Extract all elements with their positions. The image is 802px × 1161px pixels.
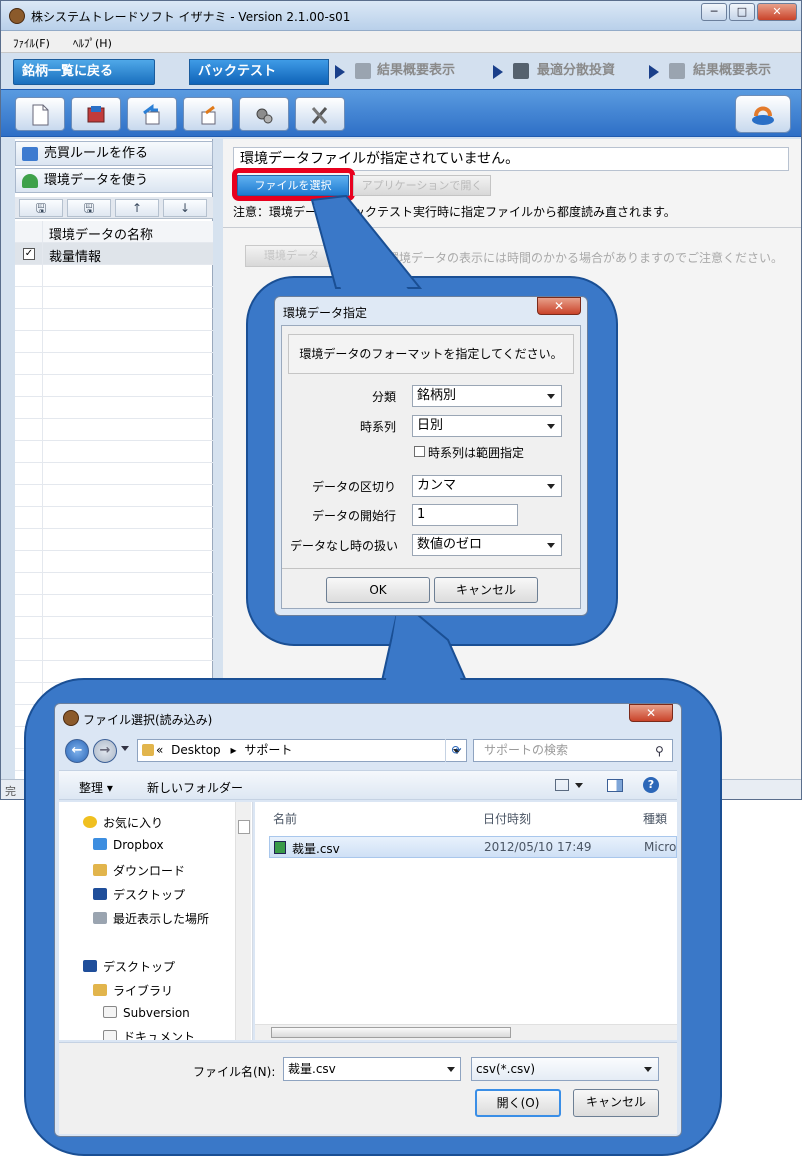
breadcrumb-desktop[interactable]: Desktop bbox=[171, 743, 221, 757]
chevron-down-icon[interactable] bbox=[447, 1067, 455, 1072]
forward-button[interactable]: → bbox=[93, 739, 117, 763]
nav-documents[interactable]: ドキュメント bbox=[103, 1028, 195, 1040]
command-bar: 整理 ▾ 新しいフォルダー ? bbox=[59, 770, 677, 800]
app-logo-icon bbox=[63, 710, 79, 726]
range-checkbox[interactable] bbox=[414, 446, 425, 457]
chevron-down-icon bbox=[547, 424, 555, 429]
new-folder-button[interactable]: 新しいフォルダー bbox=[147, 779, 243, 796]
chevron-down-icon[interactable] bbox=[575, 783, 583, 788]
back-button[interactable]: ← bbox=[65, 739, 89, 763]
nav-recent[interactable]: 最近表示した場所 bbox=[93, 910, 209, 930]
column-type[interactable]: 種類 bbox=[643, 810, 667, 827]
search-input[interactable]: サポートの検索 bbox=[473, 739, 673, 762]
breadcrumb-separator: ▸ bbox=[230, 743, 237, 757]
start-row-input[interactable]: 1 bbox=[412, 504, 518, 526]
file-type: Micro bbox=[644, 840, 677, 854]
chevron-down-icon bbox=[547, 484, 555, 489]
nodata-label: データなし時の扱い bbox=[289, 539, 398, 553]
timeseries-select[interactable]: 日別 bbox=[412, 415, 562, 437]
dialog-title: 環境データ指定 bbox=[283, 306, 368, 320]
timeseries-value: 日別 bbox=[417, 418, 444, 433]
chevron-down-icon bbox=[547, 394, 555, 399]
filename-label: ファイル名(N): bbox=[193, 1065, 276, 1079]
range-label: 時系列は範囲指定 bbox=[428, 446, 525, 460]
cancel-button[interactable]: キャンセル bbox=[573, 1089, 659, 1117]
preview-pane-icon[interactable] bbox=[607, 779, 623, 792]
file-list: 名前 日付時刻 種類 裁量.csv 2012/05/10 17:49 Micro bbox=[255, 802, 677, 1040]
env-data-dialog: 環境データ指定 ✕ 環境データのフォーマットを指定してください。 分類 銘柄別 … bbox=[274, 296, 588, 616]
dialog-close-button[interactable]: ✕ bbox=[537, 297, 581, 315]
nav-desktop[interactable]: デスクトップ bbox=[83, 958, 175, 978]
nav-dropbox[interactable]: Dropbox bbox=[93, 838, 164, 858]
download-folder-icon bbox=[93, 864, 107, 876]
column-name[interactable]: 名前 bbox=[273, 810, 297, 827]
breadcrumb-folder[interactable]: サポート bbox=[244, 743, 292, 757]
ok-button[interactable]: OK bbox=[326, 577, 430, 603]
search-icon: ⚲ bbox=[655, 744, 664, 758]
address-bar[interactable]: « Desktop ▸ サポート bbox=[137, 739, 467, 762]
chevron-down-icon[interactable] bbox=[121, 746, 129, 751]
desktop-icon bbox=[83, 960, 97, 972]
nav-scrollbar[interactable] bbox=[235, 802, 251, 1040]
filetype-select[interactable]: csv(*.csv) bbox=[471, 1057, 659, 1081]
recent-places-icon bbox=[93, 912, 107, 924]
scroll-thumb[interactable] bbox=[238, 820, 250, 834]
horizontal-scrollbar[interactable] bbox=[255, 1024, 677, 1040]
divider bbox=[282, 568, 580, 569]
desktop-icon bbox=[93, 888, 107, 900]
open-button[interactable]: 開く(O) bbox=[475, 1089, 561, 1117]
breadcrumb-root[interactable]: « bbox=[156, 743, 163, 757]
column-date[interactable]: 日付時刻 bbox=[483, 810, 531, 827]
nodata-value: 数値のゼロ bbox=[417, 537, 483, 552]
organize-menu[interactable]: 整理 ▾ bbox=[79, 779, 113, 796]
nav-downloads[interactable]: ダウンロード bbox=[93, 862, 185, 882]
document-icon bbox=[103, 1006, 117, 1018]
timeseries-label: 時系列 bbox=[359, 420, 396, 434]
folder-icon bbox=[142, 744, 154, 756]
nav-favorites[interactable]: お気に入り bbox=[83, 814, 163, 834]
nav-subversion[interactable]: Subversion bbox=[103, 1006, 190, 1026]
dialog-close-button[interactable]: ✕ bbox=[629, 704, 673, 722]
filetype-value: csv(*.csv) bbox=[476, 1062, 536, 1076]
file-row[interactable]: 裁量.csv 2012/05/10 17:49 Micro bbox=[269, 836, 677, 858]
nav-library[interactable]: ライブラリ bbox=[93, 982, 173, 1002]
refresh-icon[interactable]: ⟳ bbox=[445, 739, 467, 762]
csv-file-icon bbox=[274, 841, 286, 854]
library-icon bbox=[93, 984, 107, 996]
star-icon bbox=[83, 816, 97, 828]
category-select[interactable]: 銘柄別 bbox=[412, 385, 562, 407]
dialog-message: 環境データのフォーマットを指定してください。 bbox=[288, 334, 574, 374]
start-row-label: データの開始行 bbox=[311, 509, 396, 523]
chevron-down-icon bbox=[547, 543, 555, 548]
delimiter-label: データの区切り bbox=[311, 480, 396, 494]
delimiter-value: カンマ bbox=[417, 478, 457, 493]
file-open-dialog: ファイル選択(読み込み) ✕ ← → « Desktop ▸ サポート ⟳ サポ… bbox=[54, 703, 682, 1137]
category-value: 銘柄別 bbox=[417, 388, 457, 403]
help-icon[interactable]: ? bbox=[643, 777, 659, 793]
dialog-footer: ファイル名(N): 裁量.csv csv(*.csv) 開く(O) キャンセル bbox=[59, 1042, 677, 1134]
view-options-icon[interactable] bbox=[555, 779, 569, 791]
document-icon bbox=[103, 1030, 117, 1040]
scroll-thumb[interactable] bbox=[271, 1027, 511, 1038]
filename-input[interactable]: 裁量.csv bbox=[283, 1057, 461, 1081]
navigation-pane: お気に入り Dropbox ダウンロード デスクトップ 最近表示した場所 デスク… bbox=[59, 802, 253, 1040]
nodata-select[interactable]: 数値のゼロ bbox=[412, 534, 562, 556]
dialog-body: 環境データのフォーマットを指定してください。 分類 銘柄別 時系列 日別 時系列… bbox=[281, 325, 581, 609]
chevron-down-icon bbox=[644, 1067, 652, 1072]
file-name: 裁量.csv bbox=[292, 842, 340, 856]
delimiter-select[interactable]: カンマ bbox=[412, 475, 562, 497]
nav-desktop-favorite[interactable]: デスクトップ bbox=[93, 886, 185, 906]
category-label: 分類 bbox=[371, 390, 396, 404]
dialog-title: ファイル選択(読み込み) bbox=[83, 713, 213, 727]
cancel-button[interactable]: キャンセル bbox=[434, 577, 538, 603]
file-date: 2012/05/10 17:49 bbox=[484, 840, 592, 854]
dropbox-icon bbox=[93, 838, 107, 850]
